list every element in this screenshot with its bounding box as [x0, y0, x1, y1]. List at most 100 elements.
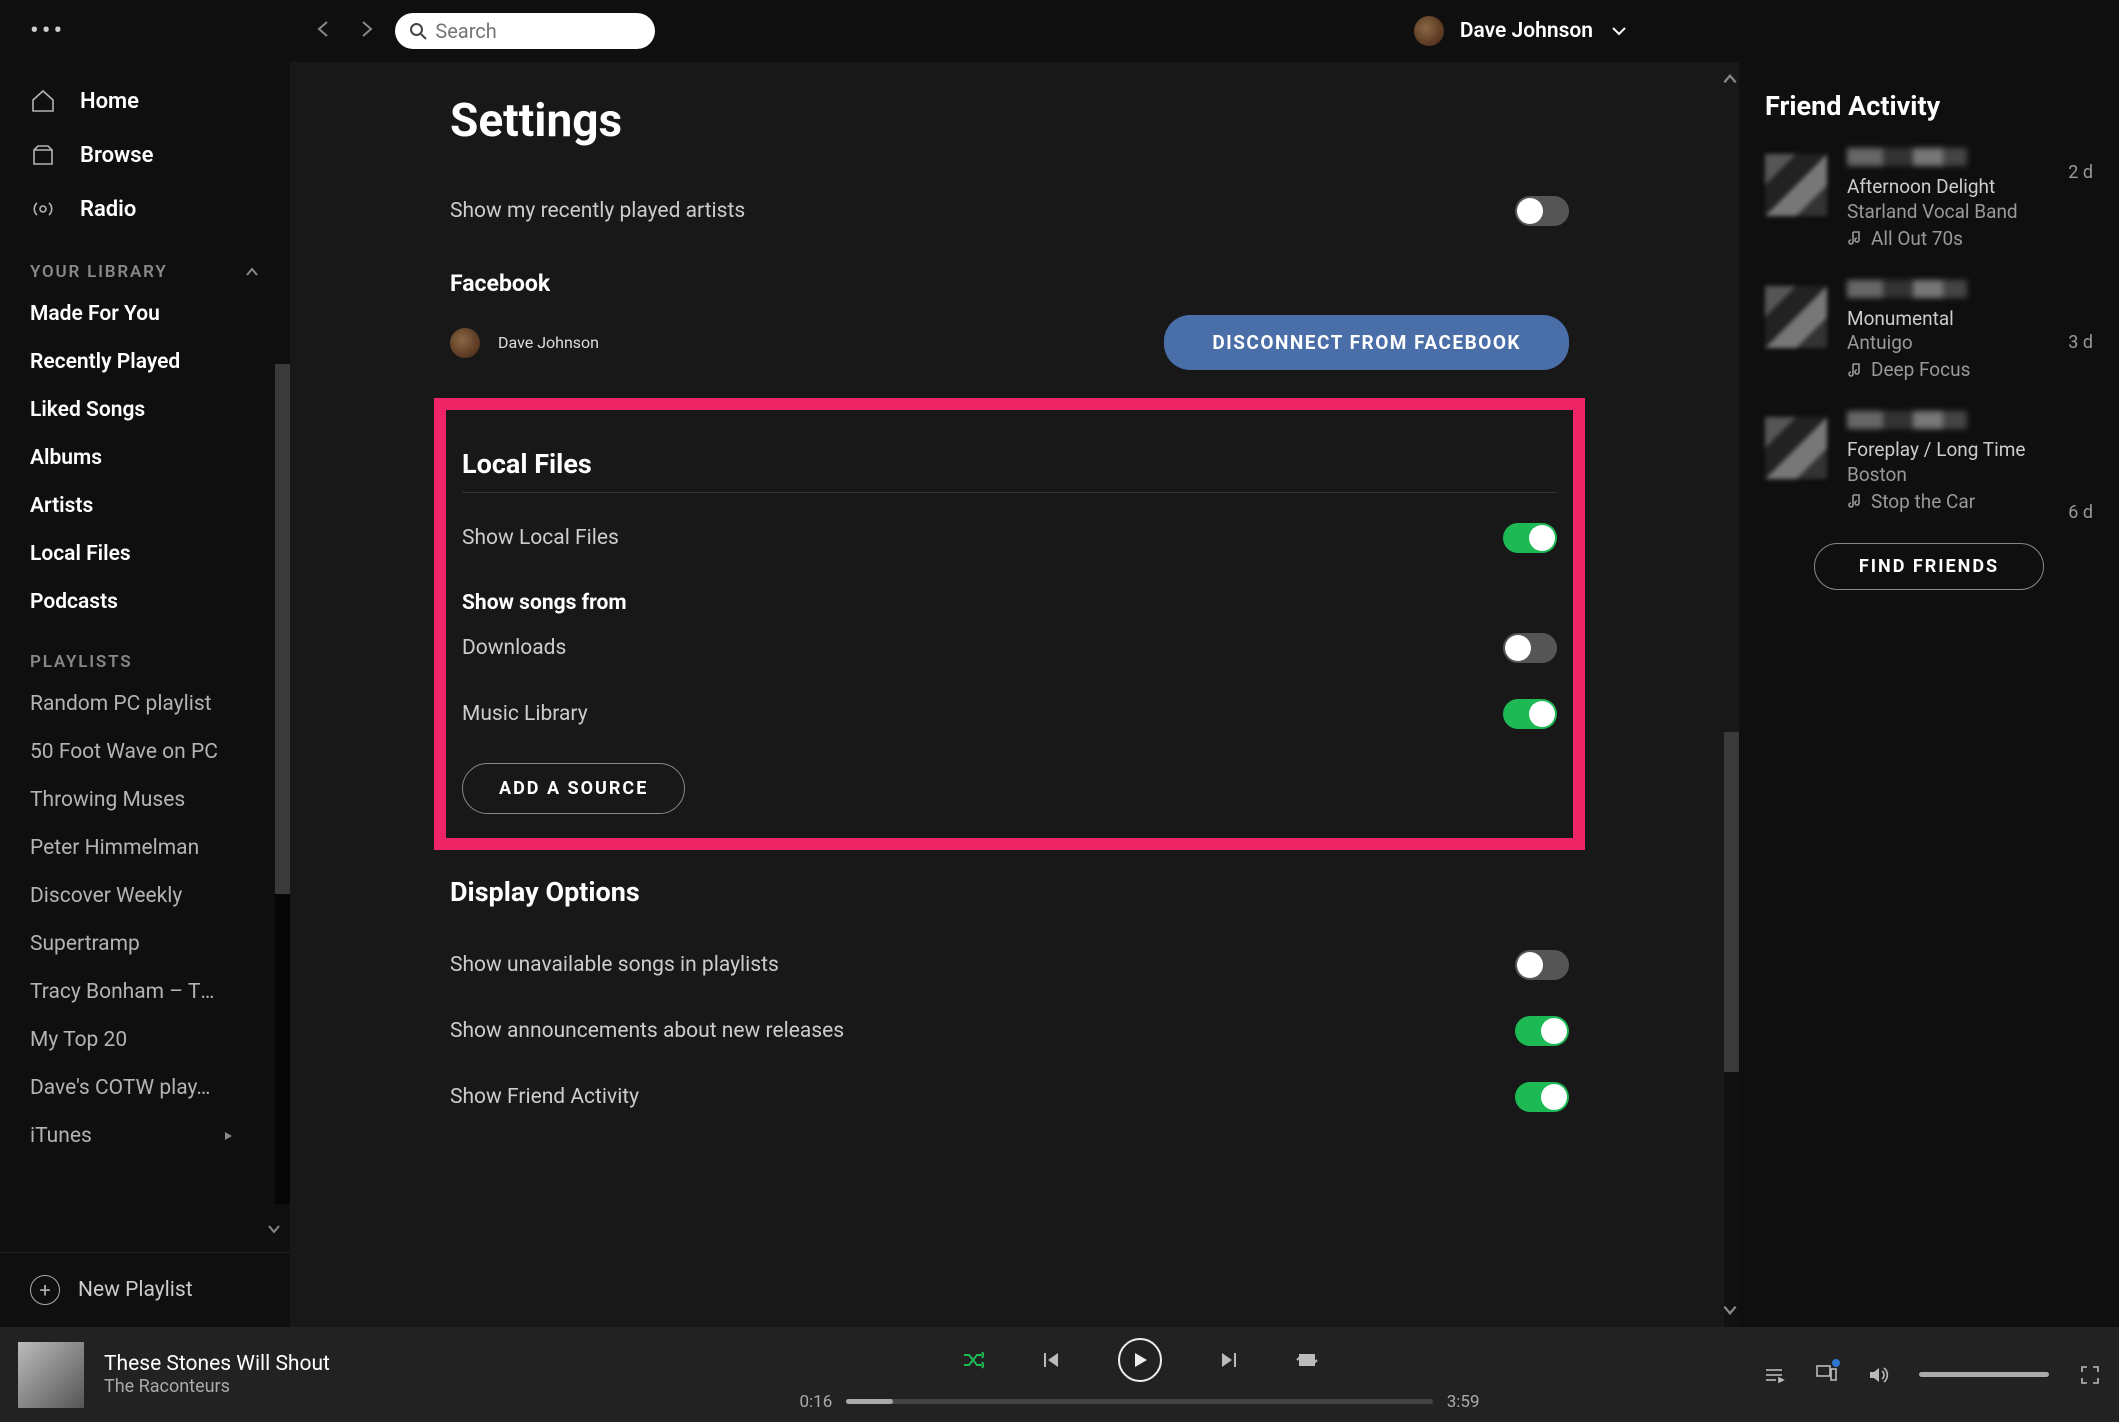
scroll-down-icon[interactable]	[1721, 1301, 1739, 1319]
play-button[interactable]	[1118, 1338, 1162, 1382]
library-item[interactable]: Liked Songs	[0, 386, 290, 434]
playlist-item[interactable]: Dave's COTW play…	[0, 1064, 250, 1112]
friend-activity-title: Friend Activity	[1765, 90, 2093, 122]
playlist-item[interactable]: Discover Weekly	[0, 872, 250, 920]
subsection-header: Show songs from	[462, 591, 1557, 615]
music-note-icon	[1847, 230, 1863, 246]
shuffle-icon[interactable]	[962, 1349, 984, 1371]
nav-browse[interactable]: Browse	[0, 128, 290, 182]
playlist-item[interactable]: Peter Himmelman	[0, 824, 250, 872]
friend-artist: Antuigo	[1847, 331, 2093, 354]
time-total: 3:59	[1447, 1392, 1480, 1412]
toggle-music-library[interactable]	[1503, 699, 1557, 729]
friend-track: Monumental	[1847, 306, 2093, 332]
browse-icon	[30, 142, 56, 168]
nav-browse-label: Browse	[80, 143, 153, 168]
setting-label: Music Library	[462, 702, 588, 726]
topbar: ••• Dave Johnson	[0, 0, 2119, 62]
menu-dots-icon[interactable]: •••	[30, 16, 65, 46]
previous-icon[interactable]	[1040, 1349, 1062, 1371]
nav-home-label: Home	[80, 89, 139, 114]
disconnect-facebook-button[interactable]: DISCONNECT FROM FACEBOOK	[1164, 315, 1569, 370]
user-menu[interactable]: Dave Johnson	[1414, 16, 1629, 46]
toggle-announcements[interactable]	[1515, 1016, 1569, 1046]
nav-radio-label: Radio	[80, 197, 136, 222]
library-item[interactable]: Local Files	[0, 530, 290, 578]
friend-track: Afternoon Delight	[1847, 174, 2093, 200]
content-area: Settings Show my recently played artists…	[290, 62, 1739, 1327]
volume-slider[interactable]	[1919, 1372, 2049, 1377]
library-header: YOUR LIBRARY	[0, 236, 290, 290]
friend-item[interactable]: Afternoon Delight Starland Vocal Band Al…	[1765, 148, 2093, 250]
nav-back-button[interactable]	[315, 20, 333, 42]
add-source-button[interactable]: ADD A SOURCE	[462, 763, 685, 814]
sidebar-scrollbar[interactable]	[275, 364, 290, 1204]
search-box	[395, 13, 655, 49]
playlist-item[interactable]: Throwing Muses	[0, 776, 250, 824]
toggle-friend-activity[interactable]	[1515, 1082, 1569, 1112]
new-playlist-button[interactable]: + New Playlist	[0, 1252, 290, 1327]
player-bar: These Stones Will Shout The Raconteurs 0…	[0, 1327, 2119, 1422]
fb-username: Dave Johnson	[498, 333, 599, 352]
local-files-section-highlighted: Local Files Show Local Files Show songs …	[434, 398, 1585, 850]
chevron-up-icon[interactable]	[244, 264, 260, 280]
friend-time: 2 d	[2068, 162, 2093, 183]
new-playlist-label: New Playlist	[78, 1278, 193, 1302]
repeat-icon[interactable]	[1296, 1349, 1318, 1371]
scroll-up-icon[interactable]	[1721, 70, 1739, 88]
playlist-item[interactable]: Random PC playlist	[0, 680, 250, 728]
nav-forward-button[interactable]	[357, 20, 375, 42]
now-playing-track[interactable]: These Stones Will Shout	[104, 1352, 330, 1376]
content-scrollbar[interactable]	[1724, 732, 1739, 1327]
library-item[interactable]: Albums	[0, 434, 290, 482]
toggle-recently-played[interactable]	[1515, 196, 1569, 226]
setting-label: Show Friend Activity	[450, 1085, 639, 1109]
playlist-item[interactable]: 50 Foot Wave on PC	[0, 728, 250, 776]
library-item[interactable]: Recently Played	[0, 338, 290, 386]
chevron-down-icon[interactable]	[266, 1221, 282, 1237]
time-elapsed: 0:16	[800, 1392, 833, 1412]
music-note-icon	[1847, 362, 1863, 378]
nav-home[interactable]: Home	[0, 74, 290, 128]
library-item[interactable]: Artists	[0, 482, 290, 530]
nav-radio[interactable]: Radio	[0, 182, 290, 236]
playlist-item[interactable]: Supertramp	[0, 920, 250, 968]
playlist-item[interactable]: Tracy Bonham – Th…	[0, 968, 250, 1016]
playlist-item[interactable]: My Top 20	[0, 1016, 250, 1064]
playlists-header: PLAYLISTS	[0, 626, 290, 680]
setting-label: Show unavailable songs in playlists	[450, 953, 779, 977]
radio-icon	[30, 196, 56, 222]
toggle-unavailable[interactable]	[1515, 950, 1569, 980]
find-friends-button[interactable]: FIND FRIENDS	[1814, 543, 2044, 590]
friend-context: Stop the Car	[1871, 490, 1975, 513]
friend-item[interactable]: Monumental Antuigo Deep Focus 3 d	[1765, 280, 2093, 382]
devices-icon[interactable]	[1815, 1362, 1837, 1388]
friend-context: All Out 70s	[1871, 227, 1963, 250]
section-header-display: Display Options	[450, 876, 1569, 920]
progress-bar[interactable]	[846, 1399, 1432, 1404]
friend-time: 6 d	[2068, 502, 2093, 523]
sidebar: Home Browse Radio YOUR LIBRARY Made For …	[0, 62, 290, 1327]
search-input[interactable]	[435, 19, 615, 43]
friend-art	[1765, 417, 1827, 479]
friend-artist: Boston	[1847, 463, 2093, 486]
friend-item[interactable]: Foreplay / Long Time Boston Stop the Car…	[1765, 411, 2093, 513]
next-icon[interactable]	[1218, 1349, 1240, 1371]
toggle-downloads[interactable]	[1503, 633, 1557, 663]
library-item[interactable]: Podcasts	[0, 578, 290, 626]
chevron-down-icon	[1609, 21, 1629, 41]
playlist-item-folder[interactable]: iTunes	[0, 1112, 250, 1160]
friend-art	[1765, 154, 1827, 216]
music-note-icon	[1847, 493, 1863, 509]
toggle-show-local-files[interactable]	[1503, 523, 1557, 553]
friend-artist: Starland Vocal Band	[1847, 200, 2093, 223]
queue-icon[interactable]	[1763, 1364, 1785, 1386]
setting-label: Show announcements about new releases	[450, 1019, 844, 1043]
now-playing-cover[interactable]	[18, 1342, 84, 1408]
fullscreen-icon[interactable]	[2079, 1364, 2101, 1386]
volume-icon[interactable]	[1867, 1364, 1889, 1386]
section-header-local-files: Local Files	[462, 448, 1557, 493]
now-playing-artist[interactable]: The Raconteurs	[104, 1376, 330, 1397]
library-item[interactable]: Made For You	[0, 290, 290, 338]
setting-label: Downloads	[462, 636, 566, 660]
